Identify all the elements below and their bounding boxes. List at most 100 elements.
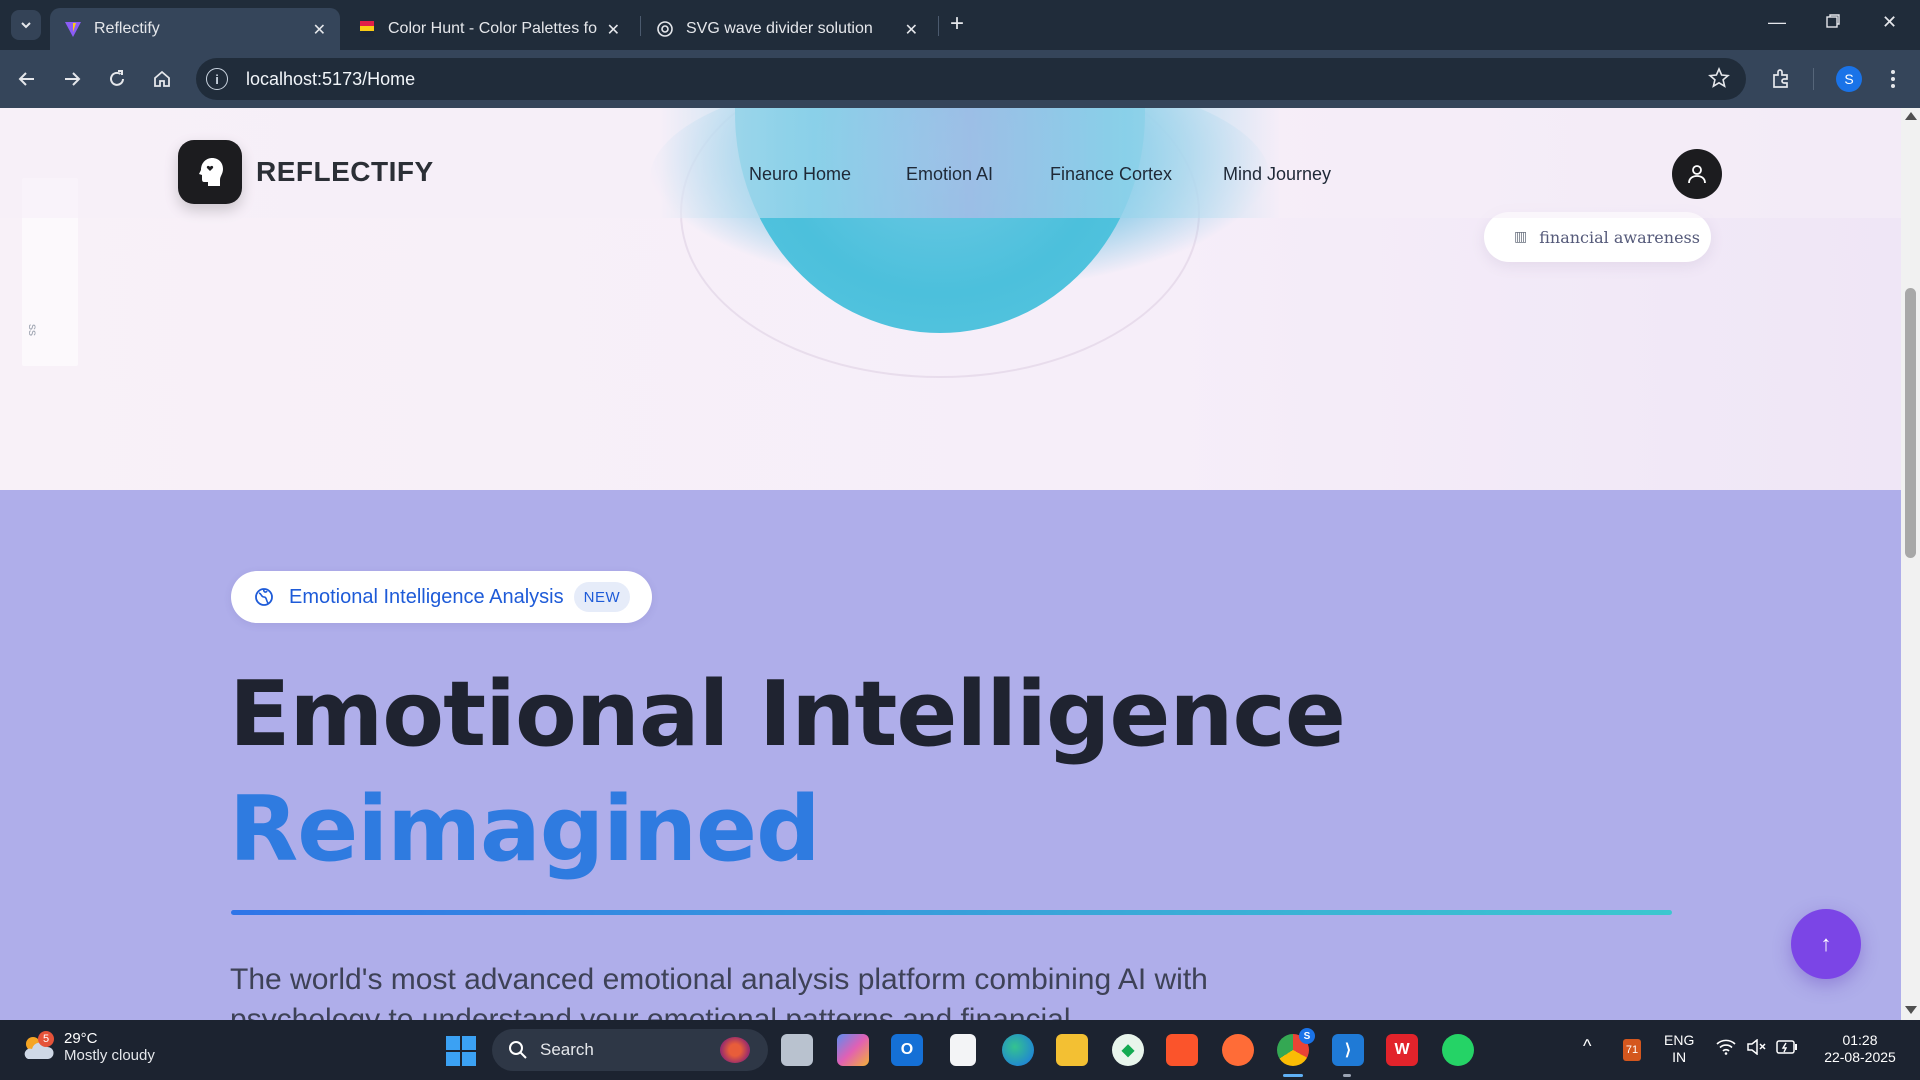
weather-widget[interactable]: 5 29°C Mostly cloudy xyxy=(20,1030,155,1064)
close-tab-icon[interactable]: ✕ xyxy=(905,20,918,40)
vscode-running-indicator xyxy=(1343,1074,1351,1077)
browser-toolbar: i localhost:5173/Home S xyxy=(0,50,1920,108)
menu-kebab-icon[interactable] xyxy=(1878,64,1908,94)
nav-link-emotion-ai[interactable]: Emotion AI xyxy=(906,164,993,185)
headline-underline xyxy=(231,910,1672,915)
brave-icon[interactable] xyxy=(1166,1034,1198,1066)
clock-date: 22-08-2025 xyxy=(1824,1049,1896,1065)
tab-title: Reflectify xyxy=(94,20,160,37)
windows-start-button[interactable] xyxy=(446,1036,476,1066)
pill-label: Emotional Intelligence Analysis xyxy=(289,585,564,608)
weather-temperature: 29°C xyxy=(64,1030,98,1047)
tab-search-button[interactable] xyxy=(11,10,41,40)
tab-separator xyxy=(938,16,939,36)
side-widget-text: ss xyxy=(26,324,40,336)
scrollbar-thumb[interactable] xyxy=(1905,288,1916,558)
tab-title: SVG wave divider solution xyxy=(686,20,873,37)
tab-title: Color Hunt - Color Palettes for D xyxy=(388,20,598,37)
language-code: ENG xyxy=(1664,1032,1695,1048)
globe-icon xyxy=(253,586,275,608)
page-viewport: ss ▥ financial awareness REFLECTIFY Neur… xyxy=(0,108,1901,1020)
wps-office-icon[interactable]: W xyxy=(1386,1034,1418,1066)
scroll-up-arrow-icon[interactable] xyxy=(1905,112,1917,120)
page-scrollbar[interactable] xyxy=(1901,108,1920,1020)
postman-icon[interactable] xyxy=(1222,1034,1254,1066)
chrome-icon[interactable]: S xyxy=(1277,1028,1315,1066)
copilot-icon[interactable] xyxy=(837,1034,869,1066)
close-tab-icon[interactable]: ✕ xyxy=(607,20,620,40)
close-window-icon[interactable]: ✕ xyxy=(1882,12,1897,33)
taskbar-search[interactable]: Search xyxy=(492,1029,768,1071)
nav-link-neuro-home[interactable]: Neuro Home xyxy=(749,164,851,185)
reload-icon[interactable] xyxy=(102,64,132,94)
vscode-icon[interactable]: ⟩ xyxy=(1332,1034,1364,1066)
brand-name[interactable]: REFLECTIFY xyxy=(256,156,434,188)
profile-avatar[interactable]: S xyxy=(1836,66,1862,92)
close-tab-icon[interactable]: ✕ xyxy=(313,20,326,40)
weather-alert-badge: 5 xyxy=(38,1031,54,1047)
chrome-profile-badge: S xyxy=(1299,1028,1315,1044)
extensions-icon[interactable] xyxy=(1766,64,1796,94)
edge-icon[interactable] xyxy=(1002,1034,1034,1066)
search-highlight-icon xyxy=(720,1037,750,1063)
file-explorer-icon[interactable] xyxy=(1056,1034,1088,1066)
search-icon xyxy=(509,1041,527,1059)
site-info-icon[interactable]: i xyxy=(206,68,228,90)
scroll-to-top-button[interactable]: ↑ xyxy=(1791,909,1861,979)
nav-link-finance-cortex[interactable]: Finance Cortex xyxy=(1050,164,1172,185)
tab-reflectify[interactable]: Reflectify ✕ xyxy=(50,8,340,50)
new-badge: NEW xyxy=(573,582,631,612)
chart-icon: ▥ xyxy=(1514,229,1528,245)
vite-logo-icon xyxy=(64,20,82,38)
site-navbar: REFLECTIFY Neuro Home Emotion AI Finance… xyxy=(0,108,1901,218)
home-icon[interactable] xyxy=(147,64,177,94)
hero-description: The world's most advanced emotional anal… xyxy=(230,963,1208,1020)
navbar-glass xyxy=(660,108,1280,218)
color-hunt-icon xyxy=(358,20,376,38)
tab-color-hunt[interactable]: Color Hunt - Color Palettes for D ✕ xyxy=(344,8,634,50)
restore-icon[interactable] xyxy=(1825,13,1841,34)
forward-icon[interactable] xyxy=(57,64,87,94)
minimize-icon[interactable]: — xyxy=(1768,12,1786,33)
chrome-active-indicator xyxy=(1283,1074,1303,1077)
brain-head-icon xyxy=(199,158,223,186)
scroll-down-arrow-icon[interactable] xyxy=(1905,1006,1917,1014)
mongodb-compass-icon[interactable]: ◆ xyxy=(1112,1034,1144,1066)
site-logo[interactable] xyxy=(178,140,242,204)
chatgpt-icon xyxy=(656,20,674,38)
tab-svg-wave[interactable]: SVG wave divider solution ✕ xyxy=(642,8,932,50)
bookmark-star-icon[interactable] xyxy=(1708,66,1730,94)
new-tab-button[interactable]: + xyxy=(950,12,964,36)
headline-line-1: Emotional Intelligence xyxy=(229,662,1346,767)
nav-link-mind-journey[interactable]: Mind Journey xyxy=(1223,164,1331,185)
language-indicator[interactable]: ENG IN xyxy=(1664,1032,1694,1066)
partly-cloudy-icon: 5 xyxy=(20,1031,54,1061)
task-view-icon[interactable] xyxy=(781,1034,813,1066)
chip-label: financial awareness xyxy=(1539,227,1700,247)
user-icon xyxy=(1688,165,1706,184)
back-icon[interactable] xyxy=(12,64,42,94)
chevron-down-icon xyxy=(21,22,31,29)
tab-separator xyxy=(640,16,641,36)
outlook-icon[interactable]: O xyxy=(891,1034,923,1066)
tray-app-icon[interactable]: 71 xyxy=(1623,1039,1641,1061)
region-code: IN xyxy=(1672,1049,1687,1065)
address-bar[interactable]: i localhost:5173/Home xyxy=(196,58,1746,100)
clock-time: 01:28 xyxy=(1842,1032,1878,1048)
volume-muted-icon[interactable] xyxy=(1746,1038,1766,1059)
show-hidden-icons[interactable]: ^ xyxy=(1583,1037,1591,1055)
user-account-button[interactable] xyxy=(1672,149,1722,199)
whatsapp-icon[interactable] xyxy=(1442,1034,1474,1066)
toolbar-separator xyxy=(1813,68,1814,90)
emotional-intelligence-section: Emotional Intelligence Analysis NEW Emot… xyxy=(0,490,1901,1020)
notepad-icon[interactable] xyxy=(950,1034,976,1066)
weather-condition: Mostly cloudy xyxy=(64,1047,155,1064)
financial-awareness-chip: ▥ financial awareness xyxy=(1484,212,1711,262)
feature-pill[interactable]: Emotional Intelligence Analysis NEW xyxy=(231,571,653,623)
battery-icon[interactable] xyxy=(1776,1040,1798,1058)
wifi-icon[interactable] xyxy=(1716,1039,1736,1059)
headline-line-2: Reimagined xyxy=(229,777,820,882)
clock[interactable]: 01:28 22-08-2025 xyxy=(1815,1032,1905,1066)
browser-tab-bar: Reflectify ✕ Color Hunt - Color Palettes… xyxy=(0,0,1920,50)
windows-taskbar: 5 29°C Mostly cloudy Search O ◆ S ⟩ W ^ … xyxy=(0,1020,1920,1080)
